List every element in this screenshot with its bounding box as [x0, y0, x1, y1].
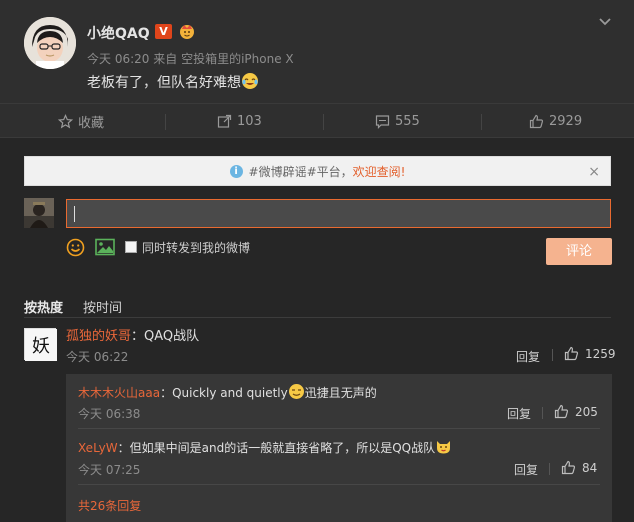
comment-button[interactable]: 555 [375, 104, 420, 139]
reply-time: 今天 06:38 [78, 407, 141, 421]
divider [78, 428, 600, 429]
comment-time: 今天 06:22 [66, 350, 129, 364]
favorite-button[interactable]: 收藏 [58, 104, 104, 139]
rumor-notice-bar: i #微博辟谣#平台， 欢迎查阅! × [24, 156, 611, 186]
commenter-avatar[interactable]: 妖 [24, 328, 57, 361]
like-count: 2929 [549, 114, 583, 129]
reply-like-button[interactable]: 205 [554, 404, 598, 419]
my-avatar [24, 198, 54, 228]
laugh-cry-emoji-icon [242, 73, 258, 89]
source-prefix: 来自 [153, 52, 178, 66]
reply-list: 木木木火山aaa：Quickly and quietly 迅捷且无声的 今天 06… [66, 374, 612, 522]
reply-nick[interactable]: XeLyW [78, 441, 118, 455]
avatar-glyph: 妖 [32, 336, 50, 357]
post-content: 老板有了，但队名好难想 [87, 72, 259, 92]
action-bar: 收藏 103 555 2929 [0, 103, 634, 138]
author-name[interactable]: 小绝QAQ [87, 23, 150, 43]
post-header: 小绝QAQ V 今天 06:20 来自 空投箱里的iPhone X 老板有了，但… [0, 0, 634, 103]
reply-reply-button[interactable]: 回复 [507, 405, 531, 422]
reply-like-button[interactable]: 84 [561, 460, 597, 475]
reply-like-count: 84 [582, 460, 598, 475]
divider [549, 463, 550, 475]
cat-emoji-icon [437, 441, 451, 454]
emoji-icon[interactable] [66, 238, 85, 257]
reply-body-start: ：但如果中间是and的话一般就直接省略了，所以是QQ战队 [117, 441, 436, 455]
reply-text: XeLyW：但如果中间是and的话一般就直接省略了，所以是QQ战队 [78, 438, 452, 456]
comment-reply-button[interactable]: 回复 [516, 348, 540, 365]
comment-icon [375, 115, 390, 129]
divider [24, 317, 611, 318]
divider [552, 349, 553, 361]
reply-nick[interactable]: 木木木火山aaa [78, 386, 160, 400]
comment-count: 555 [395, 114, 420, 129]
verified-badge-icon: V [155, 24, 172, 39]
forward-label: 同时转发到我的微博 [142, 240, 251, 255]
post-text: 老板有了，但队名好难想 [87, 75, 241, 91]
post-time[interactable]: 今天 06:20 [87, 52, 149, 66]
notice-link[interactable]: 欢迎查阅! [353, 163, 406, 180]
info-icon: i [229, 164, 243, 178]
comment-like-count: 1259 [585, 346, 616, 361]
comment-text: 孤独的妖哥：QAQ战队 [66, 325, 199, 344]
forward-checkbox[interactable] [125, 241, 137, 253]
divider [78, 484, 600, 485]
submit-comment-button[interactable]: 评论 [546, 238, 612, 265]
divider [481, 114, 482, 130]
tab-sort-by-time[interactable]: 按时间 [83, 297, 122, 316]
comment-body: ：QAQ战队 [131, 329, 200, 344]
repost-icon [217, 114, 232, 128]
composer-tools: 同时转发到我的微博 [66, 237, 250, 257]
star-icon [58, 114, 73, 129]
more-replies-link[interactable]: 共26条回复 [78, 497, 141, 514]
like-button[interactable]: 2929 [529, 104, 582, 139]
reply-text: 木木木火山aaa：Quickly and quietly 迅捷且无声的 [78, 383, 377, 401]
divider [542, 407, 543, 419]
reply-like-count: 205 [575, 404, 598, 419]
thumbs-up-icon [564, 346, 579, 361]
divider [323, 114, 324, 130]
commenter-nick[interactable]: 孤独的妖哥 [66, 329, 131, 344]
tab-sort-by-hot[interactable]: 按热度 [24, 297, 63, 316]
repost-button[interactable]: 103 [217, 104, 262, 139]
author-avatar[interactable] [24, 17, 76, 69]
favorite-label: 收藏 [78, 116, 105, 131]
thumbs-up-icon [561, 460, 576, 475]
sort-tabs: 按热度 按时间 [24, 297, 122, 316]
repost-count: 103 [237, 114, 262, 129]
comment-like-button[interactable]: 1259 [564, 346, 616, 361]
comment-input[interactable] [66, 199, 611, 228]
divider [165, 114, 166, 130]
image-icon[interactable] [95, 238, 115, 256]
weibo-card: 小绝QAQ V 今天 06:20 来自 空投箱里的iPhone X 老板有了，但… [0, 0, 634, 522]
reply-body-end: 迅捷且无声的 [304, 386, 377, 400]
close-icon[interactable]: × [588, 164, 600, 180]
notice-text: #微博辟谣#平台， [248, 164, 353, 179]
thumbs-up-icon [529, 114, 544, 129]
reply-body-start: ：Quickly and quietly [160, 386, 288, 400]
chevron-down-icon[interactable] [598, 15, 612, 29]
post-meta: 今天 06:20 来自 空投箱里的iPhone X [87, 50, 294, 67]
text-caret [74, 206, 75, 222]
post-source: 空投箱里的iPhone X [181, 52, 294, 66]
crown-badge-icon [180, 25, 194, 39]
thumbs-up-icon [554, 404, 569, 419]
reply-reply-button[interactable]: 回复 [514, 461, 538, 478]
smile-emoji-icon [288, 384, 304, 399]
reply-time: 今天 07:25 [78, 463, 141, 477]
